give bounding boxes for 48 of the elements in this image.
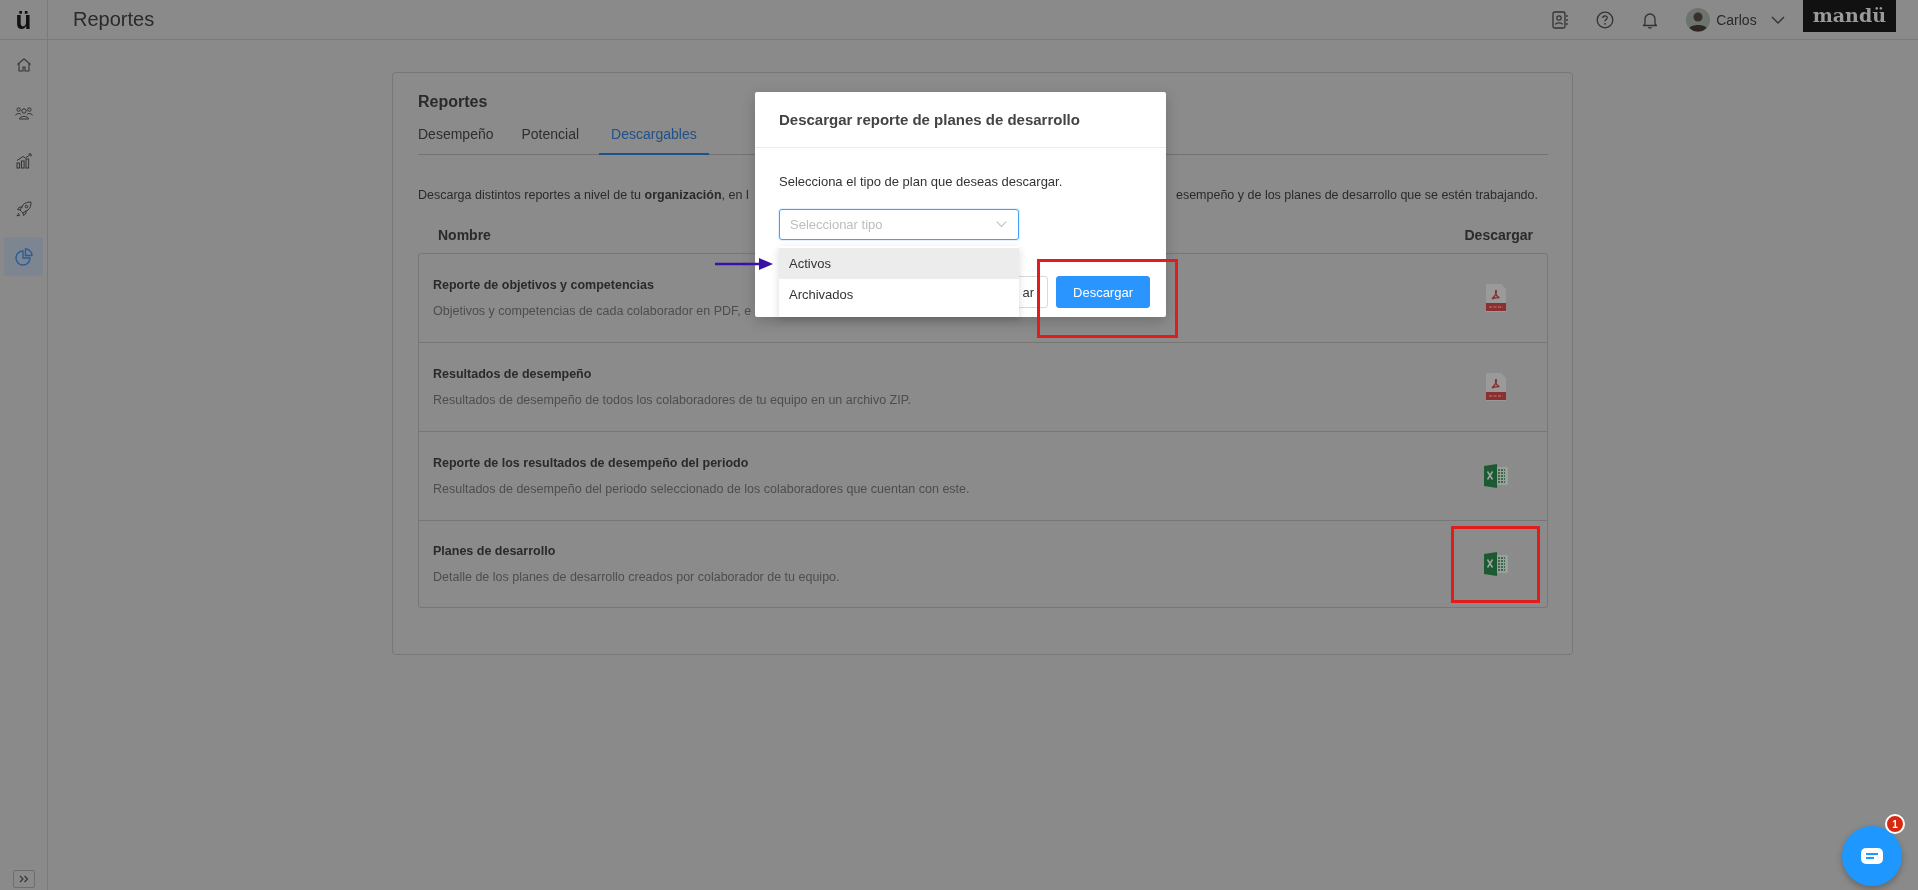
chat-icon [1861, 848, 1883, 864]
pointer-arrow [715, 258, 773, 270]
chevron-down-icon [1770, 15, 1785, 24]
intro-text: Descarga distintos reportes a nivel de tu organización, en l [418, 188, 749, 202]
page-title: Reportes [73, 8, 155, 31]
report-description: Detalle de los planes de desarrollo creados por colaborador de tu equipo. [433, 570, 840, 584]
bar-chart-icon [15, 152, 32, 169]
chevron-down-icon [996, 221, 1007, 228]
notification-badge: 1 [1885, 814, 1905, 834]
brand-logo: mandü [1802, 0, 1896, 32]
spreadsheet-file-icon[interactable] [1483, 463, 1509, 489]
dropdown-option[interactable]: Archivados [779, 279, 1019, 310]
bell-icon[interactable] [1642, 10, 1659, 29]
spreadsheet-file-icon[interactable] [1483, 551, 1509, 577]
app-logo: ü [15, 6, 32, 33]
tab[interactable]: Desempeño [418, 120, 494, 155]
column-header: Nombre [438, 227, 491, 243]
sidebar-item[interactable] [4, 237, 43, 276]
report-title: Reporte de los resultados de desempeño del periodo [433, 456, 749, 470]
chat-button[interactable] [1842, 826, 1902, 886]
pie-chart-icon [14, 247, 33, 266]
dialog-prompt: Selecciona el tipo de plan que deseas descargar. [779, 174, 1064, 189]
card-title: Reportes [418, 93, 489, 111]
rocket-icon [15, 200, 32, 217]
report-title: Planes de desarrollo [433, 544, 556, 558]
tab[interactable]: Potencial [521, 120, 580, 155]
dialog-button[interactable]: Descargar [1056, 276, 1150, 308]
dropdown-option[interactable]: Activos [779, 248, 1019, 279]
column-header: Descargar [1464, 227, 1533, 243]
contacts-icon[interactable] [1552, 10, 1569, 29]
tab[interactable]: Descargables [599, 120, 709, 155]
report-title: Resultados de desempeño [433, 367, 592, 381]
pdf-file-icon[interactable] [1485, 372, 1507, 402]
intro-text: esempeño y de los planes de desarrollo que se estén trabajando. [1175, 188, 1538, 202]
avatar-icon [1686, 7, 1711, 32]
double-chevron-icon [18, 875, 29, 883]
report-description: Resultados de desempeño del periodo seleccionado de los colaboradores que cuentan con este. [433, 482, 970, 496]
report-title: Reporte de objetivos y competencias [433, 278, 654, 292]
expand-sidebar-button[interactable] [12, 870, 35, 888]
user-menu[interactable]: Carlos [1686, 7, 1785, 32]
report-description: Objetivos y competencias de cada colaborador en PDF, e [433, 304, 752, 318]
home-icon [15, 56, 32, 73]
pdf-file-icon[interactable] [1485, 283, 1507, 313]
dialog-title: Descargar reporte de planes de desarrollo [779, 111, 1080, 128]
type-select-field[interactable]: Seleccionar tipo [779, 209, 1019, 240]
help-icon[interactable] [1596, 10, 1615, 29]
people-icon [14, 105, 33, 120]
report-description: Resultados de desempeño de todos los colaboradores de tu equipo en un archivo ZIP. [433, 393, 911, 407]
